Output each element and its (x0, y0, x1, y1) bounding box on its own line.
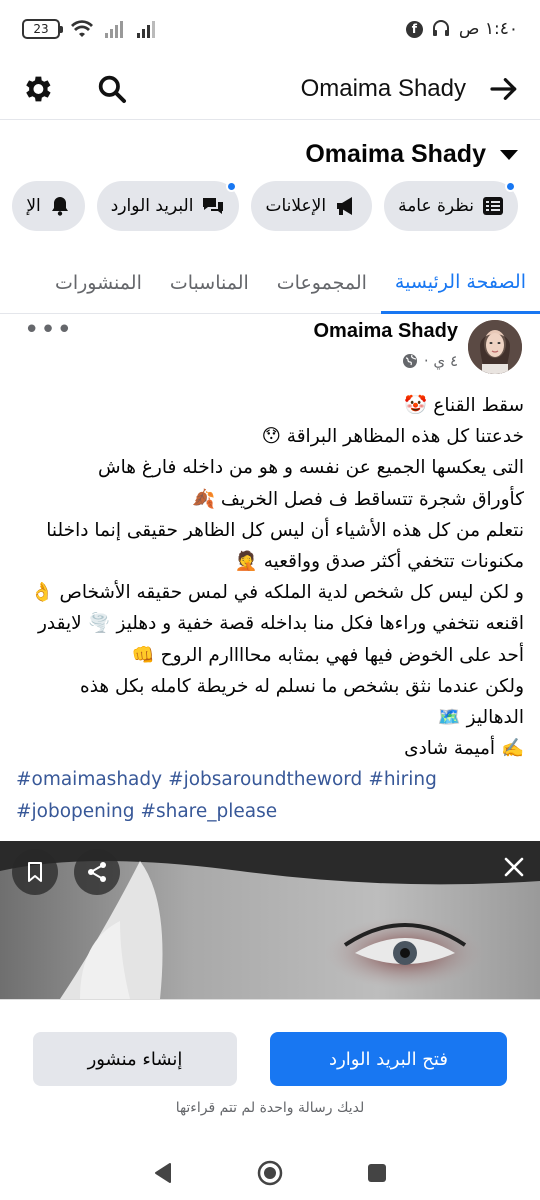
page-title: Omaima Shady (300, 74, 466, 102)
gear-icon (26, 76, 51, 101)
top-app-bar: Omaima Shady (0, 58, 540, 120)
post-line: و لكن ليس كل شخص لدية الملكه في لمس حقيق… (30, 582, 524, 604)
post-line: مكنونات تتخفي أكثر صدق وواقعيه 🤦 (234, 551, 524, 573)
post-line: نتعلم من كل هذه الأشياء أن ليس كل الظاهر… (46, 519, 524, 541)
back-button[interactable] (488, 73, 520, 105)
chip-ads[interactable]: الإعلانات (251, 181, 373, 231)
clock: ١:٤٠ ص (458, 19, 518, 39)
top-actions (20, 72, 128, 106)
globe-icon (402, 354, 417, 368)
post-line: كأوراق شجرة تتساقط ف فصل الخريف 🍂 (191, 488, 524, 510)
status-right: ١:٤٠ ص f (405, 19, 518, 39)
share-button[interactable] (74, 849, 120, 895)
status-left: 23 (22, 19, 160, 39)
hashtag-line: #omaimashady #jobsaroundtheword #hiring (16, 764, 524, 795)
post-line: ولكن عندما نثق بشخص ما نسلم له خريطة كام… (80, 675, 524, 697)
post-line: سقط القناع 🤡 (404, 395, 524, 416)
chip-overview[interactable]: نظرة عامة (384, 181, 518, 231)
save-button[interactable] (12, 849, 58, 895)
nav-back-button[interactable] (143, 1153, 183, 1193)
system-nav-bar (0, 1145, 540, 1200)
more-options-icon[interactable]: ••• (24, 317, 73, 343)
close-button[interactable] (500, 853, 528, 881)
profile-tabs: الصفحة الرئيسية المجموعات المناسبات المن… (0, 252, 540, 314)
wifi-icon (71, 20, 93, 37)
open-inbox-button[interactable]: فتح البريد الوارد (270, 1032, 507, 1086)
title-group: Omaima Shady (301, 73, 520, 105)
notification-dot (505, 181, 516, 192)
tab-posts[interactable]: المنشورات (41, 252, 156, 314)
share-icon (88, 862, 106, 882)
hashtag-line: #jobopening #share_please (16, 796, 524, 827)
post-line: الدهاليز 🗺️ (437, 707, 524, 729)
nav-recents-button[interactable] (357, 1153, 397, 1193)
chip-label: الإعلانات (265, 196, 327, 216)
close-icon (504, 857, 524, 877)
avatar-image (468, 320, 522, 374)
circle-home-icon (257, 1160, 283, 1185)
tab-groups[interactable]: المجموعات (263, 252, 381, 314)
post-line: اقنعه نتخفي وراءها فكل منا بداخله قصة خف… (37, 613, 524, 635)
create-post-button[interactable]: إنشاء منشور (33, 1032, 237, 1086)
post-line: التى يعكسها الجميع عن نفسه و هو من داخله… (98, 457, 524, 479)
square-recents-icon (367, 1163, 386, 1182)
signal-weak-icon (105, 21, 123, 38)
chip-label: الإ (26, 196, 41, 216)
search-icon (98, 75, 126, 103)
post-header: Omaima Shady ٤ ي · ••• (0, 317, 540, 378)
post-meta: ٤ ي · (402, 352, 458, 370)
hashtag-link[interactable]: #omaimashady (16, 769, 162, 790)
profile-name: Omaima Shady (305, 140, 486, 168)
inbox-prompt-sheet: إنشاء منشور فتح البريد الوارد لديك رسالة… (0, 999, 540, 1145)
signal-icon (137, 21, 155, 38)
arrow-right-icon (490, 77, 517, 100)
avatar[interactable] (468, 320, 522, 374)
battery-icon: 23 (22, 19, 63, 39)
nav-home-button[interactable] (250, 1153, 290, 1193)
unread-message-note: لديك رسالة واحدة لم تتم قراءتها (175, 1100, 365, 1116)
quick-actions: نظرة عامة الإعلانات البريد الوارد الإ (0, 181, 540, 233)
post-line: خدعتنا كل هذه المظاهر البراقة 😯 (261, 426, 524, 448)
hashtag-link[interactable]: #share_please (140, 801, 277, 822)
notification-dot (226, 181, 238, 192)
chip-label: البريد الوارد (110, 196, 194, 216)
facebook-notification-icon: f (405, 20, 423, 38)
list-icon (483, 197, 503, 215)
post-line: ✍️ أميمة شادى (404, 738, 524, 760)
post-time[interactable]: ٤ ي · (424, 352, 458, 370)
chip-label: نظرة عامة (398, 196, 474, 216)
hashtag-link[interactable]: #jobopening (16, 801, 134, 822)
chip-notifications[interactable]: الإ (12, 181, 85, 231)
settings-button[interactable] (20, 72, 54, 106)
profile-switcher[interactable]: Omaima Shady (0, 140, 540, 169)
tab-events[interactable]: المناسبات (156, 252, 263, 314)
status-bar: 23 ١:٤٠ ص f (0, 0, 540, 58)
post-line: أحد على الخوض فيها فهي بمثابه محاااارم ا… (131, 644, 524, 666)
hashtag-link[interactable]: #hiring (368, 769, 437, 790)
chip-inbox[interactable]: البريد الوارد (96, 181, 240, 231)
megaphone-icon (337, 197, 353, 215)
chat-icon (203, 198, 224, 214)
hashtag-link[interactable]: #jobsaroundtheword (168, 769, 362, 790)
post-text: سقط القناع 🤡 خدعتنا كل هذه المظاهر البرا… (16, 390, 524, 827)
headset-icon (432, 20, 449, 36)
post-author[interactable]: Omaima Shady (313, 320, 458, 343)
triangle-back-icon (155, 1162, 172, 1183)
search-button[interactable] (96, 73, 128, 105)
post-image[interactable] (0, 841, 540, 999)
caret-down-icon (500, 149, 518, 160)
battery-level: 23 (33, 22, 49, 36)
tab-home[interactable]: الصفحة الرئيسية (380, 252, 540, 314)
bell-icon (51, 197, 68, 216)
bookmark-icon (28, 862, 42, 882)
